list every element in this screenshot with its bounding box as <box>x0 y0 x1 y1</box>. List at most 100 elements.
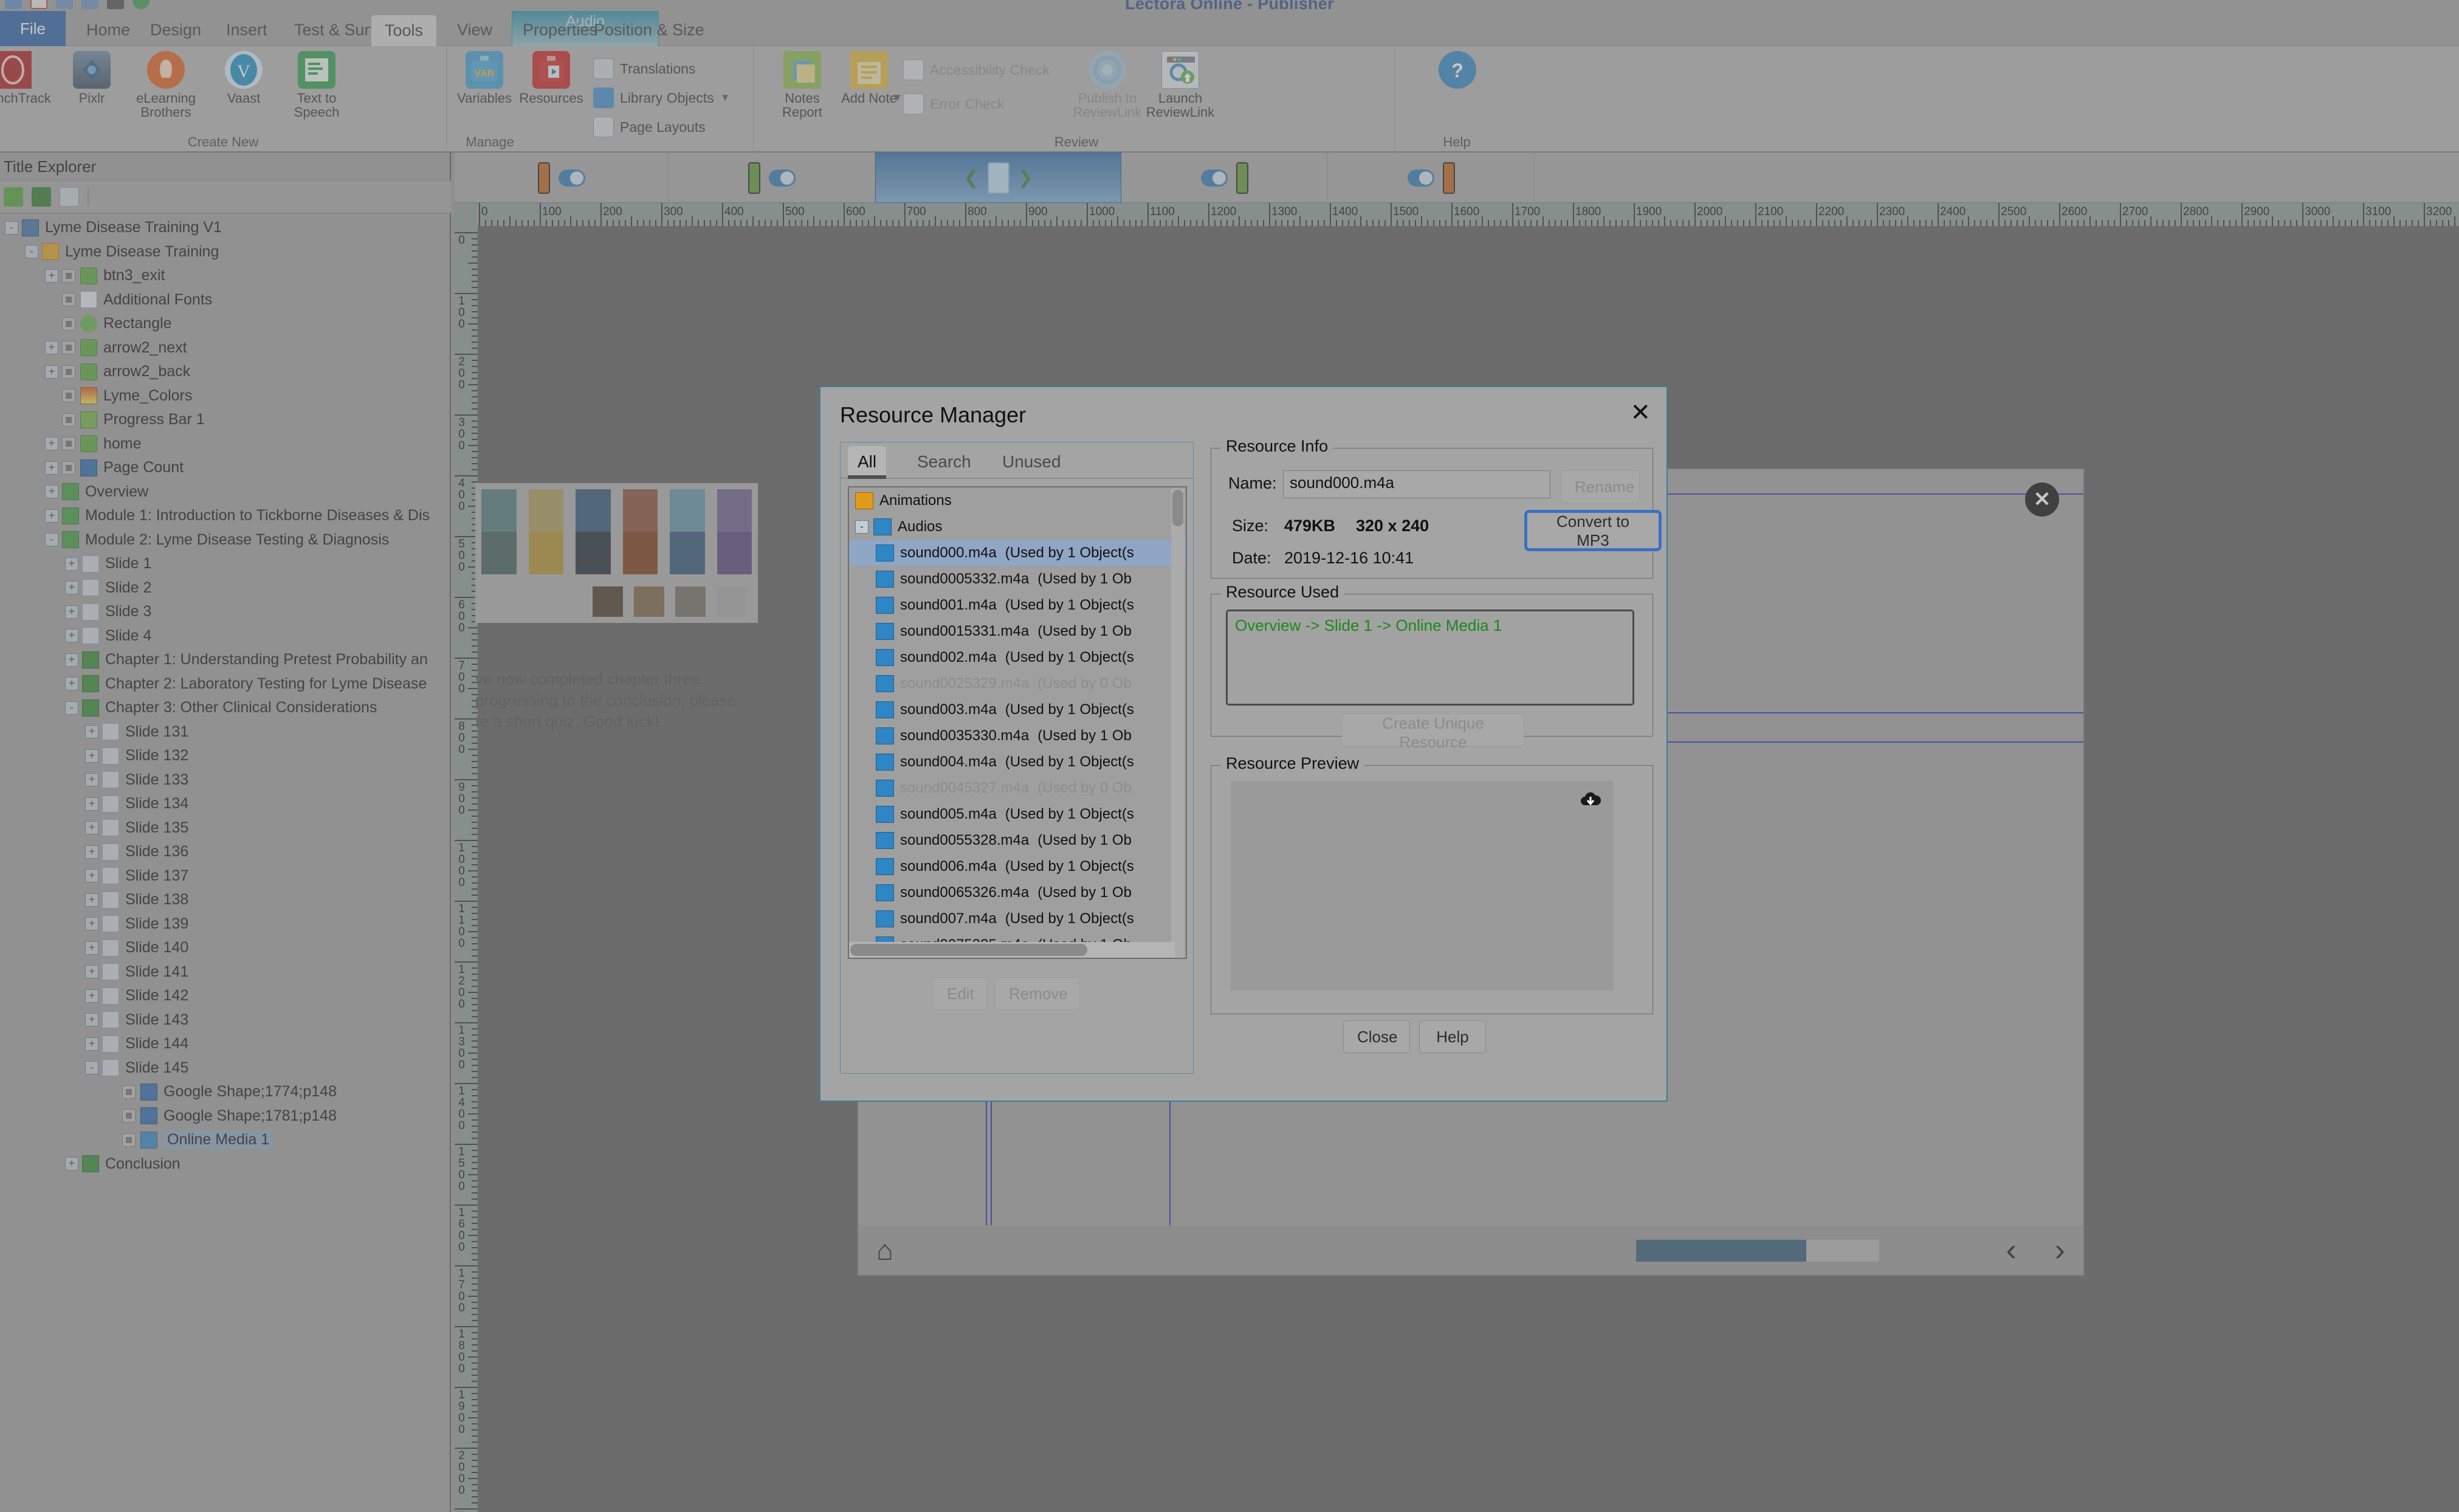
ribbon-button-vaast[interactable]: V Vaast <box>207 51 281 105</box>
tab-unused[interactable]: Unused <box>992 446 1071 479</box>
tree-item[interactable]: + Slide 131 <box>0 720 447 744</box>
tree-expander[interactable]: + <box>85 749 98 763</box>
resource-list-item[interactable]: sound001.m4a (Used by 1 Object(s <box>849 592 1186 618</box>
ribbon-button-elearning-brothers[interactable]: eLearning Brothers <box>129 51 203 119</box>
tree-expander[interactable]: + <box>85 989 98 1003</box>
ribbon-item-accessibility-check[interactable]: Accessibility Check <box>903 60 1050 80</box>
tree-expander[interactable]: + <box>85 869 98 883</box>
rename-button[interactable]: Rename <box>1561 470 1640 503</box>
device-toggle[interactable] <box>1407 169 1434 187</box>
tree-expander[interactable]: - <box>25 245 38 259</box>
tree-visibility-toggle[interactable] <box>62 389 75 403</box>
resource-tabs[interactable]: All Search Unused <box>841 442 1193 479</box>
resource-list-item[interactable]: sound0025329.m4a (Used by 0 Ob <box>849 670 1186 696</box>
tree-item[interactable]: Google Shape;1774;p148 <box>0 1080 447 1104</box>
palette-swatch[interactable] <box>670 489 705 532</box>
tree-expander[interactable]: + <box>45 365 58 379</box>
tree-visibility-toggle[interactable] <box>122 1085 136 1099</box>
ribbon-button-notes-report[interactable]: Notes Report <box>765 51 839 119</box>
tree-item[interactable]: + Chapter 1: Understanding Pretest Probab… <box>0 648 447 672</box>
tree-item[interactable]: + Slide 132 <box>0 744 447 768</box>
resource-list-item[interactable]: sound0035330.m4a (Used by 1 Ob <box>849 723 1186 749</box>
palette-swatch[interactable] <box>481 489 517 532</box>
tree-expander[interactable]: + <box>85 893 98 907</box>
palette-swatch[interactable] <box>528 532 563 574</box>
tree-item[interactable]: + Slide 134 <box>0 792 447 816</box>
tab-file[interactable]: File <box>0 11 66 46</box>
convert-to-mp3-button[interactable]: Convert to MP3 <box>1524 510 1662 551</box>
device-toolbar[interactable]: ❮ ❯ <box>455 153 2459 203</box>
palette-swatch[interactable] <box>634 586 664 617</box>
ribbon-button-pixlr[interactable]: Pixlr <box>55 51 129 105</box>
palette-swatch-column[interactable] <box>576 489 611 574</box>
device-cell-phone-portrait-green[interactable] <box>669 153 875 203</box>
resource-expander[interactable]: - <box>855 520 868 534</box>
tree-item[interactable]: - Lyme Disease Training <box>0 240 447 264</box>
resource-list-scrollbar-horizontal[interactable] <box>849 942 1175 958</box>
redo-icon[interactable] <box>56 0 73 9</box>
palette-swatch[interactable] <box>670 532 705 574</box>
tree-item[interactable]: Lyme_Colors <box>0 384 447 408</box>
tree-item[interactable]: + Slide 144 <box>0 1032 447 1056</box>
resource-list-item[interactable]: sound0015331.m4a (Used by 1 Ob <box>849 618 1186 644</box>
dialog-close-button[interactable]: Close <box>1343 1020 1410 1053</box>
tree-visibility-toggle[interactable] <box>62 293 75 307</box>
home-icon[interactable]: ⌂ <box>876 1234 893 1266</box>
resource-list[interactable]: Animations - Audios sound000.m4a (Used by 1 … <box>848 486 1187 959</box>
tree-expander[interactable]: + <box>85 773 98 787</box>
palette-swatch[interactable] <box>717 489 752 532</box>
tree-visibility-toggle[interactable] <box>62 437 75 451</box>
palette-swatch[interactable] <box>576 489 611 532</box>
palette-swatch[interactable] <box>717 532 752 574</box>
tree-expander[interactable]: + <box>45 485 58 499</box>
ribbon-button-help[interactable]: ? <box>1420 51 1494 91</box>
title-explorer-tree[interactable]: - Lyme Disease Training V1- Lyme Disease T… <box>0 216 447 1504</box>
palette-swatch-column[interactable] <box>528 489 563 574</box>
palette-swatch-column[interactable] <box>717 489 752 574</box>
palette-swatch-column[interactable] <box>622 489 658 574</box>
chevron-right-icon[interactable]: ❯ <box>1018 167 1033 188</box>
ribbon-item-library-objects[interactable]: Library Objects ▼ <box>593 88 731 108</box>
tree-visibility-toggle[interactable] <box>62 341 75 355</box>
tree-item[interactable]: + Conclusion <box>0 1152 447 1177</box>
palette-swatch[interactable] <box>528 489 563 532</box>
tree-expander[interactable]: + <box>85 821 98 835</box>
tree-item[interactable]: Additional Fonts <box>0 288 447 312</box>
title-explorer-toolbar[interactable] <box>0 180 451 213</box>
tree-item[interactable]: + arrow2_back <box>0 360 447 384</box>
tree-item[interactable]: - Slide 145 <box>0 1056 447 1081</box>
resource-list-item[interactable]: sound004.m4a (Used by 1 Object(s <box>849 749 1186 775</box>
ribbon-button-publish-to-reviewlink[interactable]: Publish to ReviewLink <box>1070 51 1144 119</box>
print-icon[interactable] <box>107 0 124 9</box>
tab-insert[interactable]: Insert <box>213 15 281 46</box>
chevron-down-icon[interactable]: ▼ <box>720 92 731 104</box>
undo-icon[interactable] <box>5 0 22 9</box>
tree-expander[interactable]: + <box>45 509 58 523</box>
device-cell-tablet-landscape-orange[interactable] <box>1328 153 1535 203</box>
tree-item[interactable]: - Lyme Disease Training V1 <box>0 216 447 240</box>
tree-item[interactable]: + home <box>0 432 447 456</box>
resource-list-item[interactable]: sound002.m4a (Used by 1 Object(s <box>849 644 1186 670</box>
tree-expander[interactable]: + <box>65 557 78 571</box>
ribbon-button-text-to-speech[interactable]: Text to Speech <box>280 51 354 119</box>
ribbon-item-translations[interactable]: Translations <box>593 58 695 79</box>
resource-used-entry[interactable]: Overview -> Slide 1 -> Online Media 1 <box>1235 616 1502 635</box>
resource-list-scrollbar-vertical[interactable] <box>1171 489 1185 958</box>
tree-expander[interactable]: + <box>85 1013 98 1027</box>
tree-item[interactable]: + Slide 133 <box>0 768 447 792</box>
quick-access-toolbar[interactable] <box>0 0 150 11</box>
resource-list-item[interactable]: sound000.m4a (Used by 1 Object(s <box>849 540 1186 566</box>
close-icon[interactable]: ✕ <box>2025 483 2059 517</box>
tree-item[interactable]: + Slide 4 <box>0 624 447 648</box>
tree-expander[interactable]: + <box>65 653 78 667</box>
palette-swatch-column[interactable] <box>481 489 517 574</box>
resource-name-input[interactable]: sound000.m4a <box>1283 470 1550 498</box>
ribbon-item-error-check[interactable]: Error Check <box>903 94 1005 114</box>
palette-swatch[interactable] <box>622 489 658 532</box>
palette-swatch[interactable] <box>675 586 706 617</box>
tree-item[interactable]: + Slide 1 <box>0 552 447 576</box>
save-icon[interactable] <box>30 0 47 9</box>
tree-item[interactable]: + Slide 141 <box>0 960 447 985</box>
tree-expander[interactable]: + <box>85 917 98 931</box>
tree-item[interactable]: + Slide 136 <box>0 840 447 864</box>
